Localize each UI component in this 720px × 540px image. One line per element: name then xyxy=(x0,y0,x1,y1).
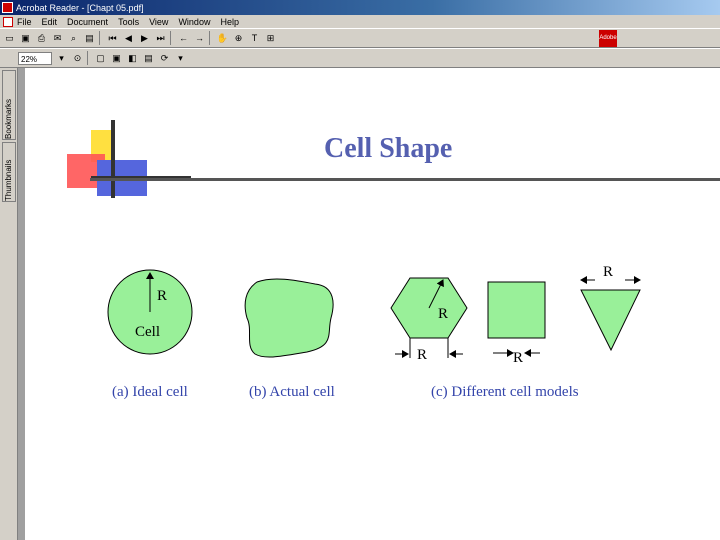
decorative-squares xyxy=(67,120,191,198)
document-view: Cell Shape R Cell R R R R (a) Ideal cell… xyxy=(25,68,720,540)
square-cell-model: R xyxy=(487,281,546,366)
document-icon[interactable] xyxy=(3,16,13,27)
menu-edit[interactable]: Edit xyxy=(42,17,58,27)
print-icon[interactable]: ⎙ xyxy=(35,32,48,45)
caption-cell-models: (c) Different cell models xyxy=(431,384,579,400)
column-select-icon[interactable]: ⊞ xyxy=(264,32,277,45)
actual-size-icon[interactable]: ▢ xyxy=(94,52,107,65)
rotate-icon[interactable]: ⟳ xyxy=(158,52,171,65)
save-icon[interactable]: ▣ xyxy=(19,32,32,45)
tab-thumbnails[interactable]: Thumbnails xyxy=(2,142,16,202)
ideal-cell-label: Cell xyxy=(135,324,160,340)
toolbar-separator xyxy=(87,51,88,65)
bookmarks-tab-label: Bookmarks xyxy=(4,98,13,139)
triangle-side-label: R xyxy=(603,264,613,280)
window-title: Acrobat Reader - [Chapt 05.pdf] xyxy=(16,2,144,13)
caption-actual-cell: (b) Actual cell xyxy=(249,384,335,400)
menu-bar: File Edit Document Tools View Window Hel… xyxy=(0,15,720,28)
zoom-in-icon[interactable]: ⊙ xyxy=(71,52,84,65)
menu-file[interactable]: File xyxy=(17,17,32,27)
adobe-logo-icon[interactable]: Adobe xyxy=(599,30,617,47)
hexagon-cell-model: R R xyxy=(390,277,468,363)
search-icon[interactable]: ⌕ xyxy=(67,32,80,45)
slide-title: Cell Shape xyxy=(324,133,453,164)
toolbar-separator xyxy=(99,31,100,45)
toolbar-separator xyxy=(170,31,171,45)
hexagon-width-label: R xyxy=(417,347,427,363)
rotate-dropdown-icon[interactable]: ▾ xyxy=(174,52,187,65)
fit-page-icon[interactable]: ▣ xyxy=(110,52,123,65)
zoom-tool-icon[interactable]: ⊕ xyxy=(232,32,245,45)
square-width-label: R xyxy=(513,350,523,366)
go-forward-icon[interactable]: → xyxy=(193,32,206,45)
ideal-cell: R Cell xyxy=(107,269,193,355)
menu-document[interactable]: Document xyxy=(67,17,108,27)
menu-tools[interactable]: Tools xyxy=(118,17,139,27)
thumbnails-tab-label: Thumbnails xyxy=(4,159,13,201)
hexagon-radius-label: R xyxy=(438,306,448,322)
tab-bookmarks[interactable]: Bookmarks xyxy=(2,70,16,140)
next-page-icon[interactable]: ▶ xyxy=(138,32,151,45)
toolbar-separator xyxy=(209,31,210,45)
view-toolbar: 22% ▾ ⊙ ▢ ▣ ◧ ▤ ⟳ ▾ xyxy=(0,48,720,68)
zoom-field[interactable]: 22% xyxy=(18,51,52,65)
acrobat-app-icon xyxy=(2,2,13,13)
title-underline xyxy=(90,178,720,181)
zoom-dropdown-icon[interactable]: ▾ xyxy=(55,52,68,65)
text-select-icon[interactable]: T xyxy=(248,32,261,45)
navigation-panel: Bookmarks Thumbnails xyxy=(0,68,18,540)
fit-width-icon[interactable]: ◧ xyxy=(126,52,139,65)
menu-window[interactable]: Window xyxy=(178,17,210,27)
previous-page-icon[interactable]: ◀ xyxy=(122,32,135,45)
fit-visible-icon[interactable]: ▤ xyxy=(142,52,155,65)
pane-splitter[interactable] xyxy=(18,68,25,540)
first-page-icon[interactable]: ⏮ xyxy=(106,32,119,45)
menu-view[interactable]: View xyxy=(149,17,168,27)
hand-tool-icon[interactable]: ✋ xyxy=(216,32,229,45)
menu-help[interactable]: Help xyxy=(220,17,239,27)
triangle-cell-model: R xyxy=(580,264,641,352)
last-page-icon[interactable]: ⏭ xyxy=(154,32,167,45)
ideal-radius-label: R xyxy=(157,288,167,304)
email-icon[interactable]: ✉ xyxy=(51,32,64,45)
open-icon[interactable]: ▭ xyxy=(3,32,16,45)
title-bar: Acrobat Reader - [Chapt 05.pdf] xyxy=(0,0,720,15)
caption-ideal-cell: (a) Ideal cell xyxy=(112,384,188,400)
actual-cell xyxy=(244,278,334,358)
navigation-pane-icon[interactable]: ▤ xyxy=(83,32,96,45)
go-back-icon[interactable]: ← xyxy=(177,32,190,45)
